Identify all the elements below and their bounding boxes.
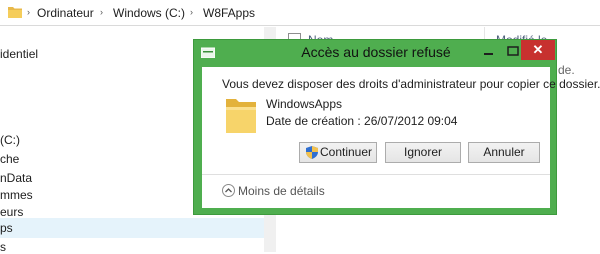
breadcrumb-item[interactable]: Windows (C:) [113,6,185,20]
ignore-button[interactable]: Ignorer [385,142,461,163]
minimize-icon[interactable] [482,46,496,56]
ignore-button-label: Ignorer [403,145,443,159]
breadcrumb-item[interactable]: W8FApps [203,6,255,20]
nav-item[interactable]: che [0,152,19,166]
nav-item[interactable]: identiel [0,47,38,61]
folder-creation-date: Date de création : 26/07/2012 09:04 [266,114,458,128]
close-button[interactable]: ✕ [521,40,555,60]
close-icon: ✕ [532,42,544,57]
folder-icon [226,99,256,133]
maximize-icon[interactable] [506,46,520,56]
fewer-details-toggle[interactable]: Moins de détails [222,183,325,199]
cancel-button-label: Annuler [483,145,525,159]
cancel-button[interactable]: Annuler [468,142,540,163]
divider [202,174,550,175]
nav-item[interactable]: nData [0,171,32,185]
breadcrumb-chevron-icon: › [190,7,193,17]
folder-icon [8,7,22,18]
nav-item[interactable]: mmes [0,188,33,202]
nav-item[interactable]: (C:) [0,133,20,147]
dialog-message: Vous devez disposer des droits d'adminis… [222,77,600,91]
breadcrumb-item[interactable]: Ordinateur [37,6,94,20]
fewer-details-label: Moins de détails [238,183,325,198]
dialog-title: Accès au dossier refusé [301,44,451,60]
access-denied-dialog: Accès au dossier refusé ✕ Vous devez dis… [193,39,600,215]
nav-item-selected[interactable]: ps [0,218,264,238]
dialog-body: Vous devez disposer des droits d'adminis… [202,67,600,208]
chevron-up-icon [222,184,235,198]
folder-name: WindowsApps [266,97,343,111]
continue-button[interactable]: Continuer [299,142,377,163]
breadcrumb-chevron-icon: › [27,7,30,17]
breadcrumb-chevron-icon: › [100,7,103,17]
nav-item[interactable]: eurs [0,205,23,219]
shield-icon [306,146,318,159]
list-text-fragment: de. [558,63,575,77]
address-bar[interactable]: › Ordinateur › Windows (C:) › W8FApps [0,0,600,26]
